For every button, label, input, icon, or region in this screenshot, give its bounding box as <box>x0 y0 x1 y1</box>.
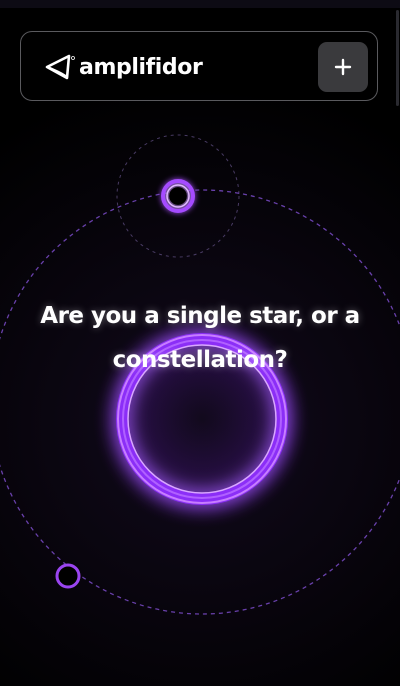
header-bar: amplifidor <box>20 31 378 101</box>
bottom-node <box>55 563 81 589</box>
triangle-wave-logo-icon <box>45 54 75 80</box>
hero-headline: Are you a single star, or a constellatio… <box>40 303 360 373</box>
add-button[interactable] <box>318 42 368 92</box>
brand-logo[interactable]: amplifidor <box>43 52 203 82</box>
plus-icon <box>334 58 352 76</box>
top-node <box>161 179 195 213</box>
logo-text: amplifidor <box>79 54 203 80</box>
app-screen: amplifidor Are you a single star, or a c… <box>0 0 400 686</box>
